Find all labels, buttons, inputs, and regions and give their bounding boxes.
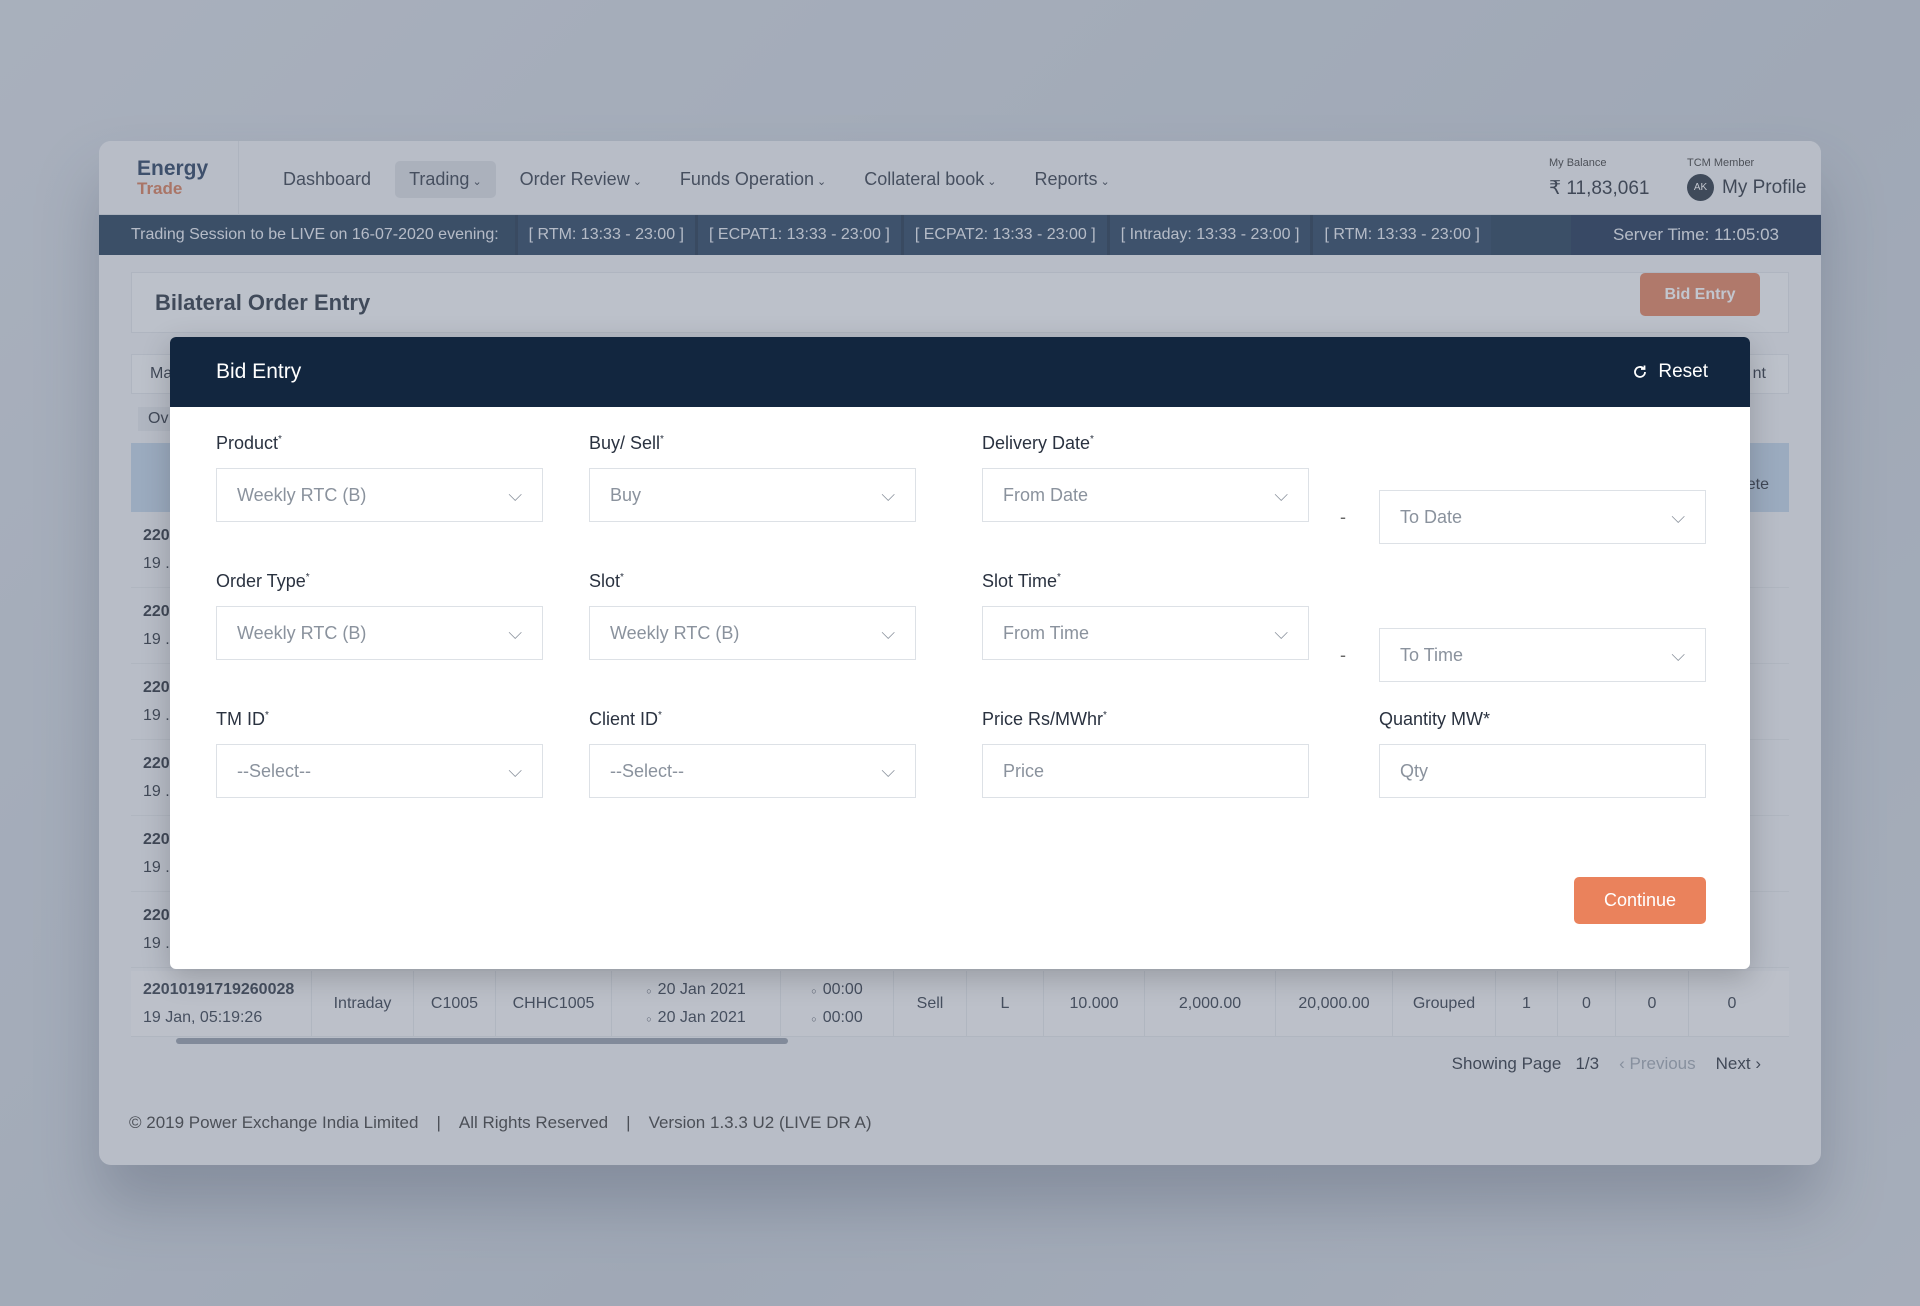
chevron-down-icon: ⌵ (1274, 622, 1288, 643)
chevron-down-icon: ⌵ (881, 622, 895, 643)
field-label: Quantity MW* (1379, 709, 1491, 729)
delivery-date-field: Delivery Date* From Date ⌵ (982, 433, 1309, 522)
price-field: Price Rs/MWhr* Price (982, 709, 1309, 798)
select-value: Buy (610, 484, 642, 505)
select-value: To Time (1400, 644, 1464, 665)
refresh-icon (1634, 365, 1647, 378)
required-mark: * (278, 434, 282, 445)
bid-entry-modal: Bid Entry Reset Product* Weekly RTC (B) ⌵ … (170, 337, 1750, 969)
chevron-down-icon: ⌵ (881, 484, 895, 505)
select-value: Weekly RTC (B) (610, 622, 740, 643)
input-placeholder: Price (1003, 760, 1045, 781)
chevron-down-icon: ⌵ (1274, 484, 1288, 505)
modal-title: Bid Entry (216, 360, 302, 383)
select-value: From Date (1003, 484, 1089, 505)
chevron-down-icon: ⌵ (1671, 644, 1685, 665)
chevron-down-icon: ⌵ (508, 760, 522, 781)
range-separator: - (1340, 645, 1346, 665)
select-value: --Select-- (610, 760, 685, 781)
field-label: Slot Time (982, 571, 1058, 591)
chevron-down-icon: ⌵ (508, 622, 522, 643)
required-mark: * (658, 710, 662, 721)
required-mark: * (1057, 572, 1061, 583)
slot-time-field: Slot Time* From Time ⌵ (982, 571, 1309, 660)
field-label: Product (216, 433, 279, 453)
continue-button[interactable]: Continue (1574, 877, 1706, 924)
reset-button[interactable]: Reset (1632, 361, 1708, 383)
field-label: Buy/ Sell (589, 433, 661, 453)
field-label: TM ID (216, 709, 265, 729)
quantity-input[interactable]: Qty (1379, 744, 1706, 798)
slot-field: Slot* Weekly RTC (B) ⌵ (589, 571, 916, 660)
select-value: Weekly RTC (B) (237, 484, 367, 505)
range-separator: - (1340, 507, 1346, 527)
slot-select[interactable]: Weekly RTC (B) ⌵ (589, 606, 916, 660)
client-id-field: Client ID* --Select-- ⌵ (589, 709, 916, 798)
modal-header: Bid Entry Reset (170, 337, 1750, 407)
to-time-field: To Time ⌵ (1379, 628, 1706, 682)
required-mark: * (1103, 710, 1107, 721)
buy-sell-select[interactable]: Buy ⌵ (589, 468, 916, 522)
reset-label: Reset (1658, 361, 1708, 382)
select-value: Weekly RTC (B) (237, 622, 367, 643)
quantity-field: Quantity MW* Qty (1379, 709, 1706, 798)
field-label: Slot (589, 571, 621, 591)
select-value: To Date (1400, 506, 1463, 527)
select-value: From Time (1003, 622, 1090, 643)
field-label: Delivery Date (982, 433, 1091, 453)
select-value: --Select-- (237, 760, 312, 781)
product-field: Product* Weekly RTC (B) ⌵ (216, 433, 543, 522)
field-label: Client ID (589, 709, 659, 729)
tm-id-select[interactable]: --Select-- ⌵ (216, 744, 543, 798)
chevron-down-icon: ⌵ (881, 760, 895, 781)
required-mark: * (1090, 434, 1094, 445)
to-time-select[interactable]: To Time ⌵ (1379, 628, 1706, 682)
field-label: Order Type (216, 571, 306, 591)
product-select[interactable]: Weekly RTC (B) ⌵ (216, 468, 543, 522)
required-mark: * (660, 434, 664, 445)
price-input[interactable]: Price (982, 744, 1309, 798)
required-mark: * (620, 572, 624, 583)
client-id-select[interactable]: --Select-- ⌵ (589, 744, 916, 798)
field-label: Price Rs/MWhr (982, 709, 1103, 729)
chevron-down-icon: ⌵ (508, 484, 522, 505)
order-type-field: Order Type* Weekly RTC (B) ⌵ (216, 571, 543, 660)
buy-sell-field: Buy/ Sell* Buy ⌵ (589, 433, 916, 522)
input-placeholder: Qty (1400, 760, 1429, 781)
required-mark: * (305, 572, 310, 583)
to-date-select[interactable]: To Date ⌵ (1379, 490, 1706, 544)
to-date-field: To Date ⌵ (1379, 490, 1706, 544)
from-date-select[interactable]: From Date ⌵ (982, 468, 1309, 522)
chevron-down-icon: ⌵ (1671, 506, 1685, 527)
from-time-select[interactable]: From Time ⌵ (982, 606, 1309, 660)
tm-id-field: TM ID* --Select-- ⌵ (216, 709, 543, 798)
order-type-select[interactable]: Weekly RTC (B) ⌵ (216, 606, 543, 660)
required-mark: * (265, 710, 269, 721)
